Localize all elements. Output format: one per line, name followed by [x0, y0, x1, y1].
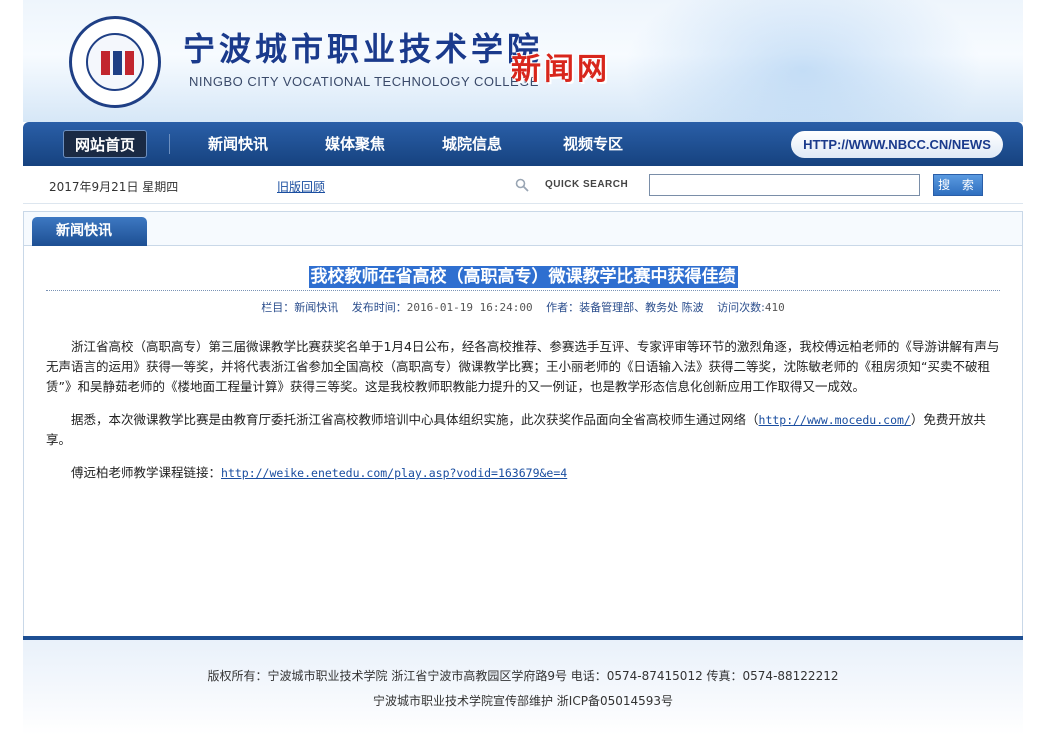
- footer-copyright: 版权所有：宁波城市职业技术学院 浙江省宁波市高教园区学府路9号 电话：0574-…: [207, 669, 839, 683]
- nav-item-news[interactable]: 新闻快讯: [193, 130, 283, 158]
- search-input[interactable]: [649, 174, 920, 196]
- nav-item-campus-info[interactable]: 城院信息: [427, 130, 517, 158]
- article-title: 我校教师在省高校（高职高专）微课教学比赛中获得佳绩: [308, 266, 738, 288]
- nav-item-video[interactable]: 视频专区: [548, 130, 638, 158]
- course-link[interactable]: http://weike.enetedu.com/play.asp?vodid=…: [221, 466, 567, 480]
- meta-visits: 访问次数:410: [717, 301, 785, 314]
- school-logo[interactable]: [69, 16, 161, 108]
- old-version-link[interactable]: 旧版回顾: [277, 178, 325, 195]
- article-meta: 栏目：新闻快讯 发布时间：2016-01-19 16:24:00 作者：装备管理…: [46, 291, 1000, 325]
- article-body: 浙江省高校（高职高专）第三届微课教学比赛获奖名单于1月4日公布，经各高校推荐、参…: [46, 325, 1000, 483]
- nav-item-home[interactable]: 网站首页: [63, 130, 147, 158]
- nav-separator: [169, 134, 170, 154]
- meta-visits-label: 访问次数:: [717, 301, 765, 314]
- p2-text-before: 据悉，本次微课教学比赛是由教育厅委托浙江省高校教师培训中心具体组织实施，此次获奖…: [71, 412, 759, 427]
- content-panel: 新闻快讯 我校教师在省高校（高职高专）微课教学比赛中获得佳绩 栏目：新闻快讯 发…: [23, 211, 1023, 639]
- article-paragraph-1: 浙江省高校（高职高专）第三届微课教学比赛获奖名单于1月4日公布，经各高校推荐、参…: [46, 339, 1000, 394]
- logo-bars-icon: [101, 51, 135, 75]
- meta-publish-label: 发布时间：: [351, 301, 407, 314]
- search-icon: [515, 178, 529, 192]
- quick-search-label: QUICK SEARCH: [545, 179, 629, 190]
- page-wrapper: 宁波城市职业技术学院 NINGBO CITY VOCATIONAL TECHNO…: [23, 0, 1023, 639]
- article: 我校教师在省高校（高职高专）微课教学比赛中获得佳绩 栏目：新闻快讯 发布时间：2…: [24, 246, 1022, 638]
- meta-visits-count: 410: [764, 301, 785, 314]
- current-date: 2017年9月21日 星期四: [49, 180, 179, 194]
- panel-header: 新闻快讯: [24, 212, 1022, 246]
- article-paragraph-3: 傅远柏老师教学课程链接：http://weike.enetedu.com/pla…: [46, 463, 1000, 483]
- mocedu-link[interactable]: http://www.mocedu.com/: [759, 413, 911, 427]
- tab-news[interactable]: 新闻快讯: [32, 217, 147, 246]
- main-nav: 网站首页 新闻快讯 媒体聚焦 城院信息 视频专区 HTTP://WWW.NBCC…: [23, 122, 1023, 166]
- article-title-row: 我校教师在省高校（高职高专）微课教学比赛中获得佳绩: [46, 246, 1000, 290]
- p3-text-before: 傅远柏老师教学课程链接：: [71, 465, 222, 480]
- banner-glow: [623, 0, 983, 122]
- header-banner: 宁波城市职业技术学院 NINGBO CITY VOCATIONAL TECHNO…: [23, 0, 1023, 122]
- site-url-badge[interactable]: HTTP://WWW.NBCC.CN/NEWS: [791, 131, 1003, 158]
- school-name-en: NINGBO CITY VOCATIONAL TECHNOLOGY COLLEG…: [189, 74, 539, 89]
- site-name: 新闻网: [511, 52, 610, 87]
- meta-publish: 发布时间：2016-01-19 16:24:00: [352, 301, 533, 314]
- meta-column: 栏目：新闻快讯: [261, 301, 339, 314]
- school-name-cn: 宁波城市职业技术学院: [183, 30, 544, 68]
- meta-author: 作者：装备管理部、教务处 陈波: [546, 301, 704, 314]
- toolbar: 2017年9月21日 星期四 旧版回顾 QUICK SEARCH 搜 索: [23, 166, 1023, 204]
- meta-publish-time: 2016-01-19 16:24:00: [406, 301, 533, 314]
- footer: 版权所有：宁波城市职业技术学院 浙江省宁波市高教园区学府路9号 电话：0574-…: [23, 636, 1023, 735]
- footer-maintainer: 宁波城市职业技术学院宣传部维护 浙ICP备05014593号: [372, 694, 674, 708]
- logo-emblem: [86, 33, 144, 91]
- article-paragraph-2: 据悉，本次微课教学比赛是由教育厅委托浙江省高校教师培训中心具体组织实施，此次获奖…: [46, 410, 1000, 450]
- search-button[interactable]: 搜 索: [933, 174, 983, 196]
- nav-item-media[interactable]: 媒体聚焦: [310, 130, 400, 158]
